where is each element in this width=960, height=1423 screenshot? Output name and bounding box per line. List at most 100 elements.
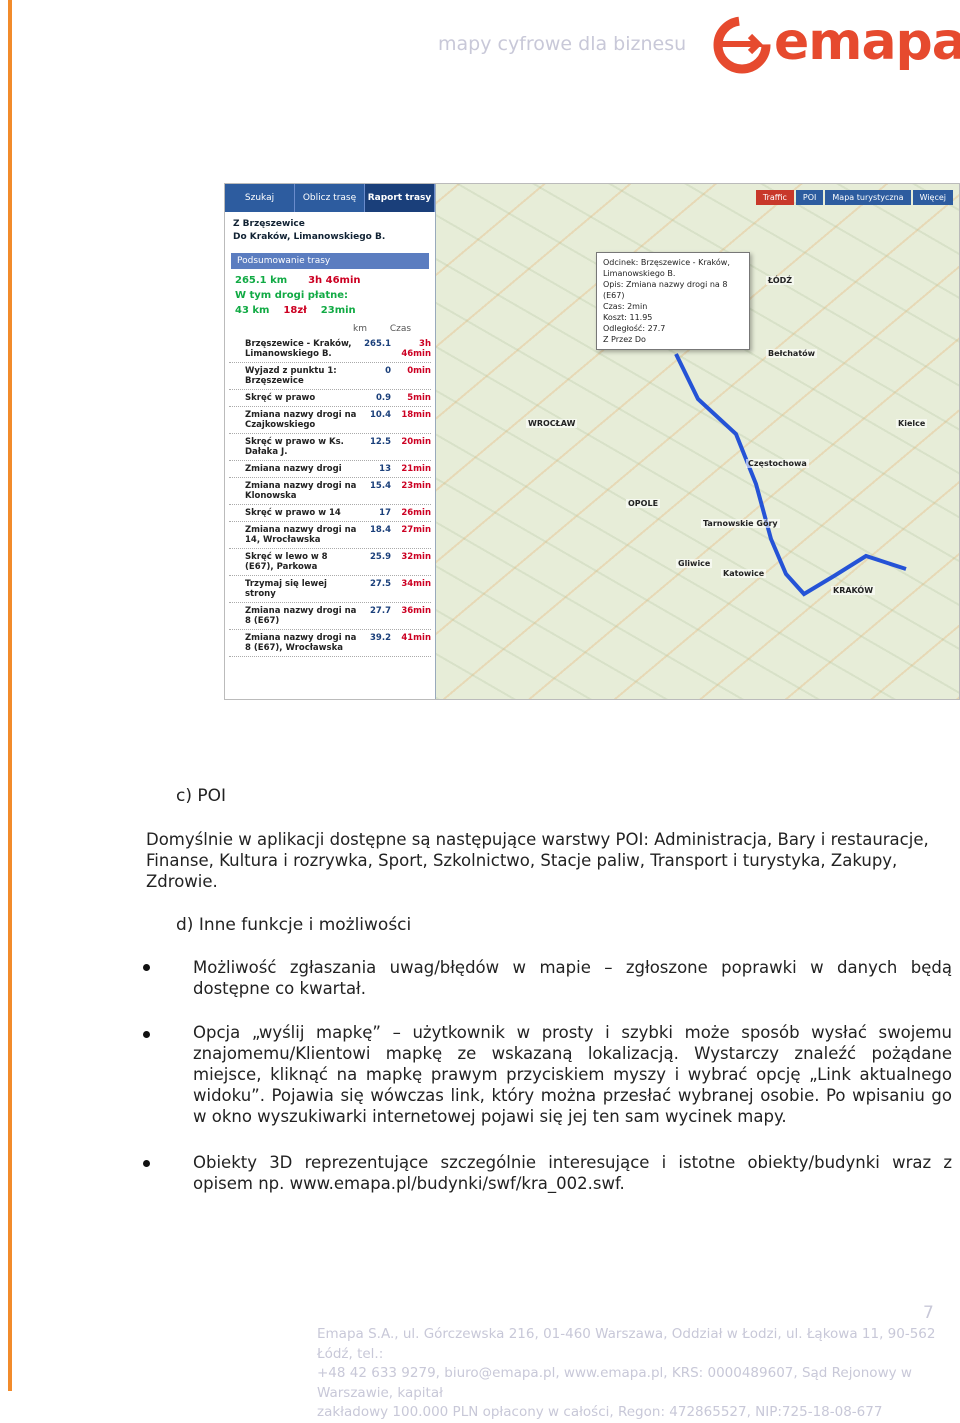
route-step-row[interactable]: Wyjazd z punktu 1: Brzęszewice 0 0min: [229, 363, 431, 390]
route-from: Z Brzęszewice: [233, 219, 305, 229]
route-step-time: 0min: [407, 366, 431, 376]
popup-line: Opis: Zmiana nazwy drogi na 8 (E67): [603, 280, 728, 300]
city-label: KRAKÓW: [831, 586, 876, 595]
tab-route-report[interactable]: Raport trasy: [365, 184, 435, 212]
tab-search[interactable]: Szukaj: [225, 184, 295, 212]
city-label: ŁÓDŹ: [766, 276, 795, 285]
company-footer: Emapa S.A., ul. Górczewska 216, 01-460 W…: [317, 1325, 957, 1423]
route-step-time: 26min: [401, 508, 431, 518]
bullet-dot: [143, 964, 150, 971]
header-tagline: mapy cyfrowe dla biznesu: [438, 33, 687, 55]
city-label: WROCŁAW: [526, 419, 578, 428]
city-label: Bełchatów: [766, 349, 818, 358]
city-label: Katowice: [721, 569, 767, 578]
route-step-row[interactable]: Zmiana nazwy drogi na Czajkowskiego 10.4 1…: [229, 407, 431, 434]
route-step-desc: Skręć w prawo: [245, 393, 316, 403]
route-endpoints: Z Brzęszewice Do Kraków, Limanowskiego B…: [225, 212, 435, 249]
route-step-row[interactable]: Skręć w prawo 0.9 5min: [229, 390, 431, 407]
col-km: km: [353, 324, 367, 334]
steps-header: km Czas: [225, 318, 435, 334]
poi-button[interactable]: POI: [795, 190, 824, 205]
route-step-row[interactable]: Zmiana nazwy drogi na 8 (E67) 27.7 36min: [229, 603, 431, 630]
panel-tabs: Szukaj Oblicz trasę Raport trasy: [225, 184, 435, 212]
city-label: Częstochowa: [746, 459, 809, 468]
page-number: 7: [923, 1303, 934, 1323]
route-step-km: 15.4: [370, 481, 391, 491]
route-step-row[interactable]: Skręć w prawo w 14 17 26min: [229, 505, 431, 522]
route-step-row[interactable]: Zmiana nazwy drogi na 8 (E67), Wrocławsk…: [229, 630, 431, 657]
route-step-row[interactable]: Skręć w prawo w Ks. Dałaka J. 12.5 20min: [229, 434, 431, 461]
route-step-time: 5min: [407, 393, 431, 403]
route-step-desc: Zmiana nazwy drogi na Klonowska: [245, 481, 357, 501]
route-step-km: 13: [379, 464, 391, 474]
route-step-desc: Zmiana nazwy drogi na 8 (E67), Wrocławsk…: [245, 633, 357, 653]
route-step-desc: Skręć w lewo w 8 (E67), Parkowa: [245, 552, 328, 572]
more-button[interactable]: Więcej: [912, 190, 953, 205]
app-screenshot: Szukaj Oblicz trasę Raport trasy Z Brzęs…: [224, 183, 960, 700]
route-step-desc: Zmiana nazwy drogi: [245, 464, 342, 474]
route-to: Do Kraków, Limanowskiego B.: [233, 232, 386, 242]
route-step-desc: Zmiana nazwy drogi na 8 (E67): [245, 606, 357, 626]
city-label: Kielce: [896, 419, 928, 428]
bullet-item: Obiekty 3D reprezentujące szczególnie in…: [193, 1153, 952, 1193]
popup-line: Odległość: 27.7: [603, 324, 666, 333]
route-step-row[interactable]: Zmiana nazwy drogi na 14, Wrocławska 18.4…: [229, 522, 431, 549]
logo-symbol-icon: [713, 16, 771, 74]
route-step-time: 41min: [401, 633, 431, 643]
total-time: 3h 46min: [308, 275, 361, 286]
route-step-km: 0.9: [375, 393, 391, 403]
paid-cost: 18zł: [283, 305, 307, 316]
route-step-row[interactable]: Trzymaj się lewej strony 27.5 34min: [229, 576, 431, 603]
map-toolbar: Traffic POI Mapa turystyczna Więcej: [755, 190, 953, 205]
map-view[interactable]: Traffic POI Mapa turystyczna Więcej Odci…: [436, 184, 959, 699]
route-step-km: 25.9: [370, 552, 391, 562]
route-step-km: 10.4: [370, 410, 391, 420]
route-step-row[interactable]: Zmiana nazwy drogi 13 21min: [229, 461, 431, 478]
footer-line: zakładowy 100.000 PLN opłacony w całości…: [317, 1404, 883, 1420]
route-step-km: 12.5: [370, 437, 391, 447]
popup-line: Z Przez Do: [603, 335, 646, 344]
paid-label: W tym drogi płatne:: [235, 290, 349, 301]
route-step-time: 20min: [401, 437, 431, 447]
route-step-time: 32min: [401, 552, 431, 562]
route-step-desc: Wyjazd z punktu 1: Brzęszewice: [245, 366, 337, 386]
total-km: 265.1 km: [235, 275, 288, 286]
popup-line: Czas: 2min: [603, 302, 648, 311]
route-step-time: 36min: [401, 606, 431, 616]
route-step-time: 18min: [401, 410, 431, 420]
footer-line: Emapa S.A., ul. Górczewska 216, 01-460 W…: [317, 1326, 936, 1362]
route-step-row[interactable]: Skręć w lewo w 8 (E67), Parkowa 25.9 32min: [229, 549, 431, 576]
paid-time: 23min: [320, 305, 356, 316]
route-step-row[interactable]: Brzęszewice - Kraków, Limanowskiego B. 26…: [229, 336, 431, 363]
left-accent-bar: [8, 0, 12, 1391]
section-c-heading: c) POI: [176, 786, 227, 806]
city-label: Gliwice: [676, 559, 713, 568]
route-step-time: 21min: [401, 464, 431, 474]
col-time: Czas: [389, 324, 412, 334]
paid-stats: 43 km 18zł 23min: [225, 303, 435, 318]
route-panel: Szukaj Oblicz trasę Raport trasy Z Brzęs…: [225, 184, 436, 699]
traffic-button[interactable]: Traffic: [755, 190, 794, 205]
route-step-time: 23min: [401, 481, 431, 491]
city-label: Tarnowskie Góry: [701, 519, 780, 528]
paid-km: 43 km: [235, 305, 270, 316]
footer-line: +48 42 633 9279, biuro@emapa.pl, www.ema…: [317, 1365, 912, 1401]
bullet-item: Możliwość zgłaszania uwag/błędów w mapie…: [193, 958, 952, 998]
route-step-desc: Brzęszewice - Kraków, Limanowskiego B.: [245, 339, 352, 359]
emapa-logo: emapa: [712, 12, 960, 78]
route-step-km: 27.5: [370, 579, 391, 589]
route-step-km: 27.7: [370, 606, 391, 616]
route-step-time: 34min: [401, 579, 431, 589]
tourist-map-button[interactable]: Mapa turystyczna: [825, 190, 911, 205]
bullet-item: Opcja „wyślij mapkę” – użytkownik w pros…: [193, 1023, 952, 1126]
bullet-dot: [143, 1160, 150, 1167]
total-stats: 265.1 km 3h 46min: [225, 273, 435, 288]
section-d-heading: d) Inne funkcje i możliwości: [176, 915, 412, 935]
route-popup: Odcinek: Brzęszewice - Kraków, Limanowsk…: [596, 252, 750, 350]
route-step-desc: Trzymaj się lewej strony: [245, 579, 327, 599]
route-step-km: 39.2: [370, 633, 391, 643]
route-step-km: 265.1: [364, 339, 391, 349]
route-step-row[interactable]: Zmiana nazwy drogi na Klonowska 15.4 23min: [229, 478, 431, 505]
tab-calculate-route[interactable]: Oblicz trasę: [295, 184, 365, 212]
city-label: OPOLE: [626, 499, 661, 508]
